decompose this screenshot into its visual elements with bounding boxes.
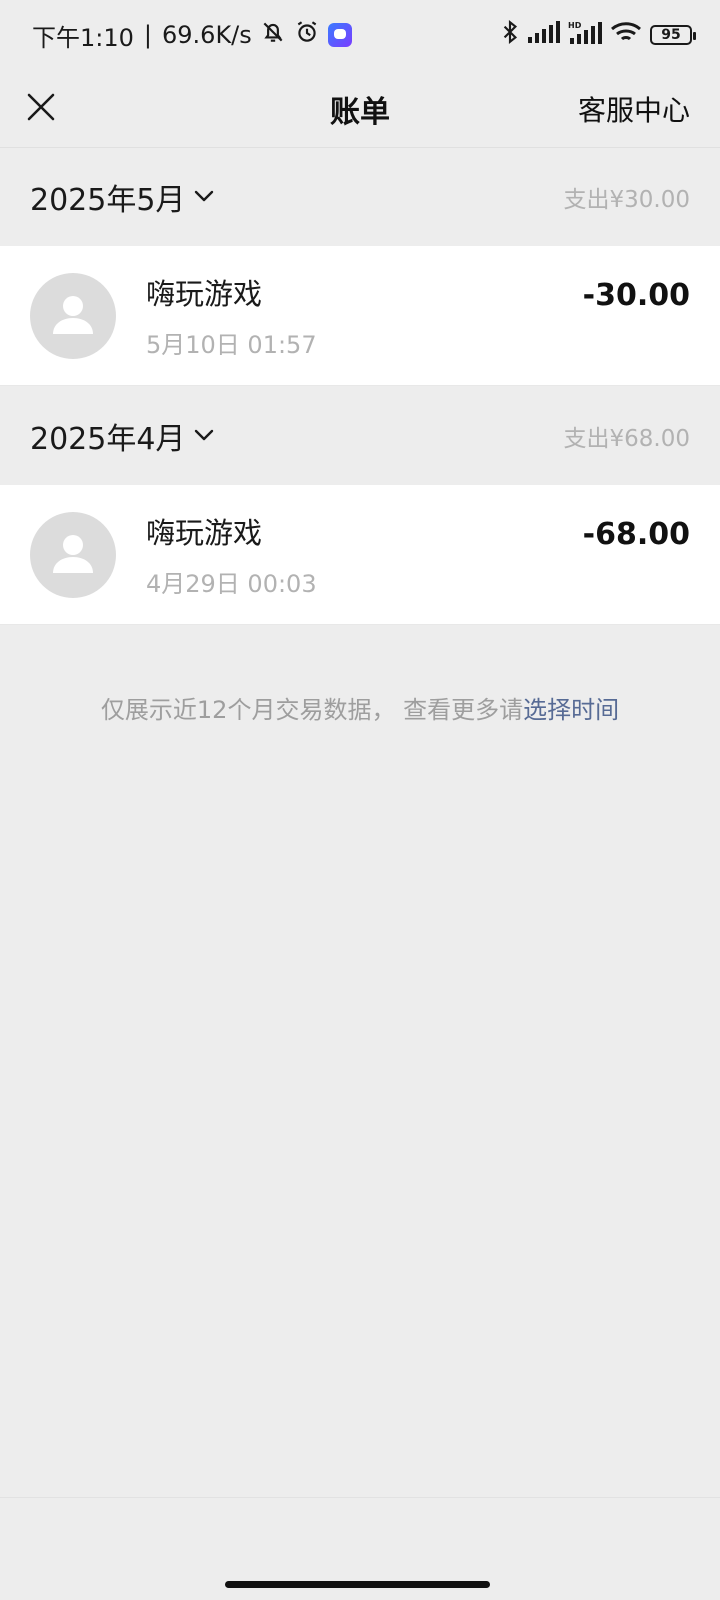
transaction-amount: -68.00 bbox=[582, 517, 690, 552]
status-time: 下午1:10 bbox=[32, 23, 134, 52]
bell-off-icon bbox=[260, 19, 286, 51]
month-spend-total: 支出¥68.00 bbox=[563, 426, 690, 452]
footer-note-text: 仅展示近12个月交易数据， 查看更多请 bbox=[100, 696, 524, 724]
status-bar-right: HD 95 bbox=[500, 19, 696, 51]
customer-service-link[interactable]: 客服中心 bbox=[578, 89, 690, 129]
close-icon bbox=[26, 92, 56, 126]
network-speed: 69.6K/s bbox=[162, 21, 252, 49]
avatar bbox=[30, 272, 116, 359]
footer-note: 仅展示近12个月交易数据， 查看更多请选择时间 bbox=[0, 690, 720, 725]
status-separator: | bbox=[143, 21, 152, 49]
month-selector[interactable]: 2025年5月 bbox=[30, 175, 215, 219]
bluetooth-icon bbox=[500, 19, 520, 51]
signal-hd-icon: HD bbox=[568, 20, 602, 50]
chevron-down-icon bbox=[193, 427, 215, 446]
select-time-link[interactable]: 选择时间 bbox=[523, 696, 619, 724]
page-title: 账单 bbox=[330, 94, 390, 130]
user-placeholder-icon bbox=[49, 290, 97, 342]
transaction-time: 4月29日 00:03 bbox=[146, 570, 317, 598]
month-label: 2025年4月 bbox=[30, 422, 186, 457]
bill-list-item[interactable]: 嗨玩游戏 4月29日 00:03 -68.00 bbox=[0, 485, 720, 625]
svg-text:HD: HD bbox=[568, 21, 582, 30]
status-bar: 下午1:10 | 69.6K/s HD 95 bbox=[0, 0, 720, 70]
battery-icon: 95 bbox=[650, 25, 696, 45]
battery-level: 95 bbox=[661, 27, 681, 43]
month-selector[interactable]: 2025年4月 bbox=[30, 414, 215, 458]
wifi-icon bbox=[610, 20, 642, 50]
nav-bar: 账单 客服中心 bbox=[0, 70, 720, 148]
month-header: 2025年4月 支出¥68.00 bbox=[0, 387, 720, 485]
chevron-down-icon bbox=[193, 188, 215, 207]
month-spend-total: 支出¥30.00 bbox=[563, 187, 690, 213]
signal-icon bbox=[528, 21, 560, 49]
user-placeholder-icon bbox=[49, 529, 97, 581]
transaction-time: 5月10日 01:57 bbox=[146, 331, 317, 359]
month-label: 2025年5月 bbox=[30, 183, 186, 218]
status-bar-left: 下午1:10 | 69.6K/s bbox=[32, 18, 352, 53]
transaction-amount: -30.00 bbox=[582, 278, 690, 313]
close-button[interactable] bbox=[20, 88, 62, 130]
bill-list-item[interactable]: 嗨玩游戏 5月10日 01:57 -30.00 bbox=[0, 246, 720, 386]
avatar bbox=[30, 511, 116, 598]
bottom-divider bbox=[0, 1497, 720, 1498]
home-indicator[interactable] bbox=[225, 1581, 490, 1588]
alarm-icon bbox=[294, 19, 320, 51]
month-header: 2025年5月 支出¥30.00 bbox=[0, 148, 720, 246]
app-icon bbox=[327, 23, 352, 47]
